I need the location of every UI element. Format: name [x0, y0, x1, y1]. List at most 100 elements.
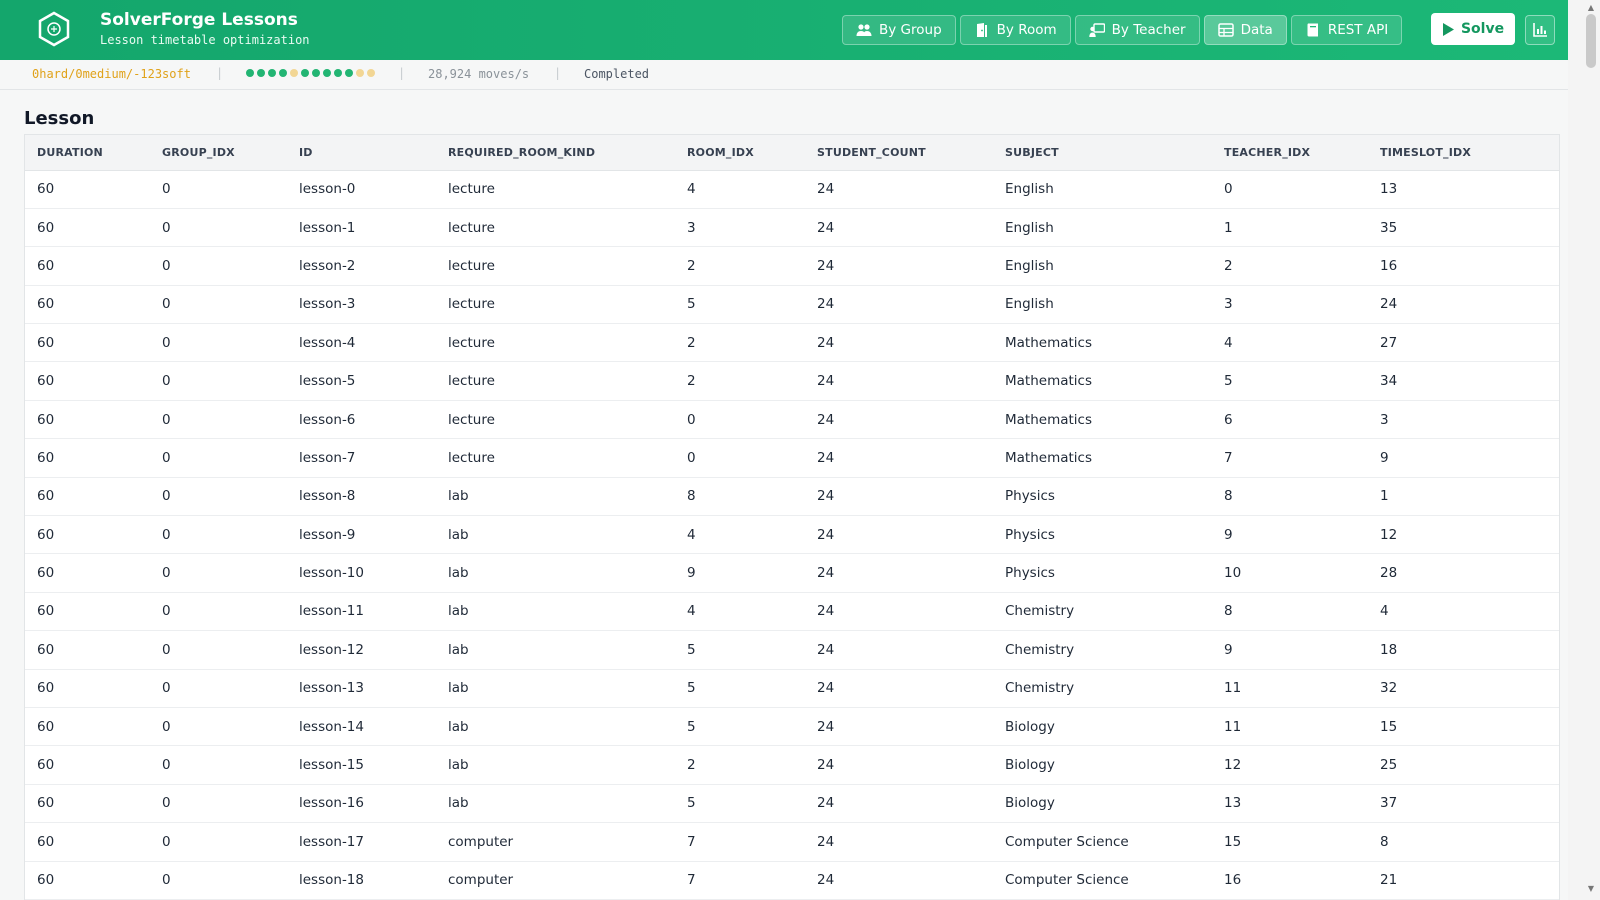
score-display: 0hard/0medium/-123soft: [32, 67, 191, 81]
table-cell: 25: [1368, 745, 1559, 785]
progress-dot: [334, 69, 342, 77]
table-cell: Mathematics: [993, 400, 1212, 440]
table-cell: lesson-1: [287, 208, 436, 248]
table-cell: 0: [675, 400, 805, 440]
table-cell: lecture: [436, 400, 675, 440]
column-header[interactable]: TIMESLOT_IDX: [1368, 135, 1559, 171]
table-cell: 60: [25, 438, 150, 478]
table-row[interactable]: 60 0 lesson-6 lecture 0 24 Mathematics 6 3: [25, 400, 1559, 440]
status-divider: |: [216, 66, 224, 80]
nav-by-teacher-button[interactable]: By Teacher: [1074, 15, 1200, 45]
column-header[interactable]: ID: [287, 135, 436, 171]
table-cell: 60: [25, 285, 150, 325]
nav-by-room-button[interactable]: By Room: [959, 15, 1071, 45]
table-cell: 37: [1368, 784, 1559, 824]
table-row[interactable]: 60 0 lesson-15 lab 2 24 Biology 12 25: [25, 745, 1559, 785]
table-row[interactable]: 60 0 lesson-7 lecture 0 24 Mathematics 7 9: [25, 438, 1559, 478]
scrollbar-thumb[interactable]: [1586, 14, 1596, 68]
table-cell: 2: [675, 246, 805, 286]
table-cell: 0: [1212, 170, 1368, 209]
table-cell: lab: [436, 707, 675, 747]
solve-label: Solve: [1460, 21, 1505, 37]
table-cell: lesson-13: [287, 669, 436, 708]
table-row[interactable]: 60 0 lesson-10 lab 9 24 Physics 10 28: [25, 553, 1559, 593]
table-row[interactable]: 60 0 lesson-16 lab 5 24 Biology 13 37: [25, 784, 1559, 824]
table-cell: lesson-10: [287, 553, 436, 593]
table-row[interactable]: 60 0 lesson-3 lecture 5 24 English 3 24: [25, 285, 1559, 325]
users-icon: [856, 24, 872, 36]
table-row[interactable]: 60 0 lesson-5 lecture 2 24 Mathematics 5 34: [25, 361, 1559, 401]
table-cell: 60: [25, 515, 150, 555]
table-cell: 24: [805, 208, 993, 248]
table-cell: 0: [150, 669, 287, 708]
table-row[interactable]: 60 0 lesson-14 lab 5 24 Biology 11 15: [25, 707, 1559, 747]
table-cell: lecture: [436, 438, 675, 478]
table-row[interactable]: 60 0 lesson-11 lab 4 24 Chemistry 8 4: [25, 592, 1559, 632]
analysis-chart-button[interactable]: [1525, 15, 1555, 45]
table-row[interactable]: 60 0 lesson-17 computer 7 24 Computer Science 1…: [25, 822, 1559, 862]
column-header[interactable]: DURATION: [25, 135, 150, 171]
table-cell: lesson-11: [287, 592, 436, 632]
column-header[interactable]: ROOM_IDX: [675, 135, 805, 171]
table-cell: Computer Science: [993, 822, 1212, 862]
nav-by-group-button[interactable]: By Group: [842, 15, 956, 45]
nav-rest-api-button[interactable]: REST API: [1290, 15, 1403, 45]
solverforge-logo-icon: [38, 11, 70, 47]
table-cell: 35: [1368, 208, 1559, 248]
table-cell: 1: [1212, 208, 1368, 248]
table-cell: 9: [675, 553, 805, 593]
scroll-down-arrow-icon[interactable]: ▼: [1586, 884, 1596, 894]
table-cell: 4: [675, 592, 805, 632]
column-header[interactable]: TEACHER_IDX: [1212, 135, 1368, 171]
solve-button[interactable]: Solve: [1431, 13, 1515, 45]
progress-dot: [312, 69, 320, 77]
table-cell: 16: [1368, 246, 1559, 286]
table-cell: 0: [150, 246, 287, 286]
nav-data-button[interactable]: Data: [1203, 15, 1287, 45]
table-cell: Chemistry: [993, 592, 1212, 632]
page-scrollbar[interactable]: [1568, 0, 1600, 900]
table-row[interactable]: 60 0 lesson-13 lab 5 24 Chemistry 11 32: [25, 669, 1559, 708]
book-icon: [1307, 23, 1318, 37]
table-cell: 60: [25, 669, 150, 708]
table-cell: 4: [1212, 323, 1368, 363]
table-cell: 0: [150, 630, 287, 670]
table-cell: 24: [1368, 285, 1559, 325]
table-cell: 2: [675, 361, 805, 401]
table-row[interactable]: 60 0 lesson-12 lab 5 24 Chemistry 9 18: [25, 630, 1559, 670]
table-cell: lesson-3: [287, 285, 436, 325]
column-header[interactable]: REQUIRED_ROOM_KIND: [436, 135, 675, 171]
table-cell: lab: [436, 669, 675, 708]
table-cell: 60: [25, 784, 150, 824]
table-cell: 0: [150, 323, 287, 363]
table-row[interactable]: 60 0 lesson-8 lab 8 24 Physics 8 1: [25, 477, 1559, 517]
status-divider: |: [398, 66, 406, 80]
column-header[interactable]: SUBJECT: [993, 135, 1212, 171]
table-cell: 0: [150, 861, 287, 900]
progress-dot: [367, 69, 375, 77]
table-cell: 7: [675, 861, 805, 900]
section-title: Lesson: [24, 108, 95, 129]
table-row[interactable]: 60 0 lesson-0 lecture 4 24 English 0 13: [25, 170, 1559, 209]
column-header[interactable]: STUDENT_COUNT: [805, 135, 993, 171]
table-cell: 60: [25, 170, 150, 209]
table-row[interactable]: 60 0 lesson-1 lecture 3 24 English 1 35: [25, 208, 1559, 248]
table-cell: 5: [1212, 361, 1368, 401]
table-row[interactable]: 60 0 lesson-4 lecture 2 24 Mathematics 4 27: [25, 323, 1559, 363]
table-cell: 2: [675, 323, 805, 363]
column-header[interactable]: GROUP_IDX: [150, 135, 287, 171]
table-cell: 9: [1212, 630, 1368, 670]
progress-dot: [268, 69, 276, 77]
table-cell: 3: [1212, 285, 1368, 325]
table-cell: 9: [1368, 438, 1559, 478]
table-cell: 60: [25, 592, 150, 632]
table-cell: 7: [675, 822, 805, 862]
table-row[interactable]: 60 0 lesson-9 lab 4 24 Physics 9 12: [25, 515, 1559, 555]
table-cell: 16: [1212, 861, 1368, 900]
table-row[interactable]: 60 0 lesson-2 lecture 2 24 English 2 16: [25, 246, 1559, 286]
table-cell: 0: [675, 438, 805, 478]
scroll-up-arrow-icon[interactable]: ▲: [1586, 3, 1596, 13]
play-icon: [1442, 22, 1454, 36]
table-row[interactable]: 60 0 lesson-18 computer 7 24 Computer Science 1…: [25, 861, 1559, 900]
table-cell: lecture: [436, 246, 675, 286]
